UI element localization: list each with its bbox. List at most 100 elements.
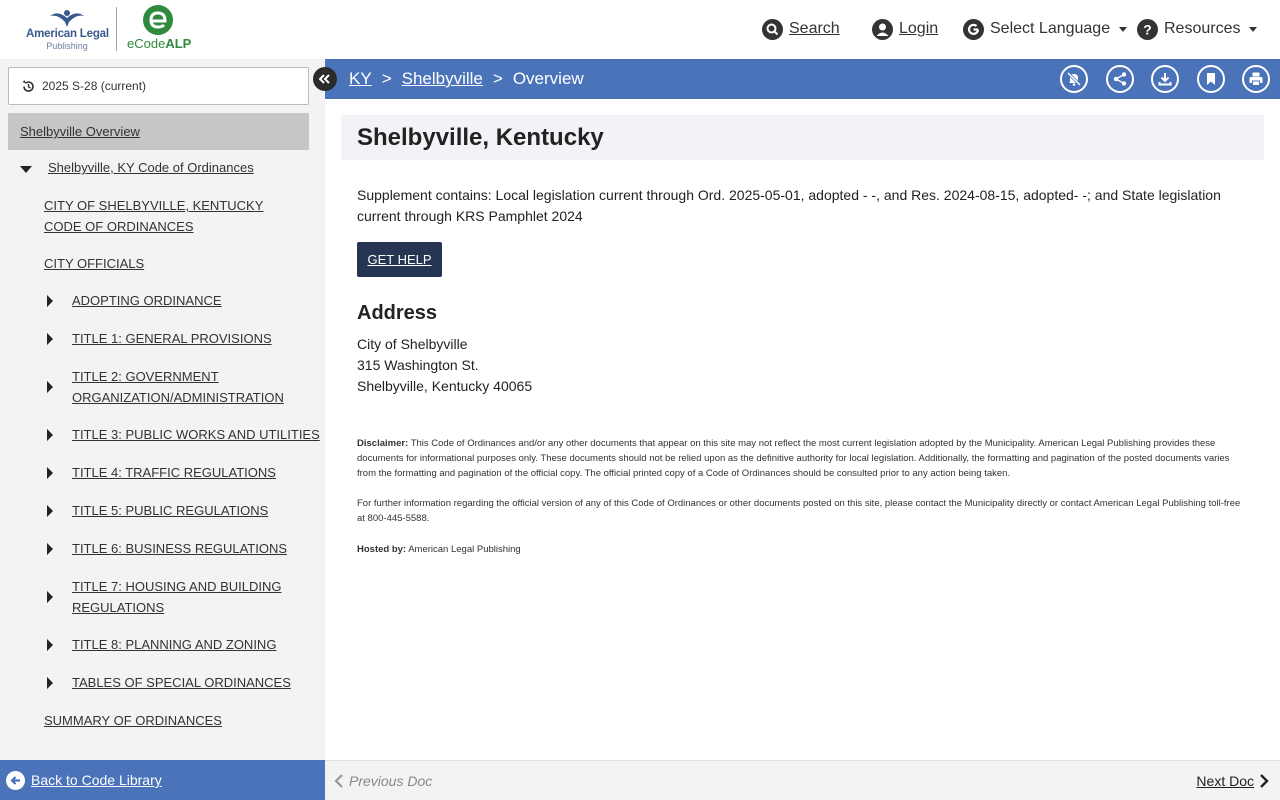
toc-item-title-6[interactable]: TITLE 6: BUSINESS REGULATIONS xyxy=(72,538,287,559)
breadcrumb-current: Overview xyxy=(512,69,584,88)
toc-item-title-8[interactable]: TITLE 8: PLANNING AND ZONING xyxy=(72,634,276,655)
question-icon: ? xyxy=(1137,18,1158,40)
print-icon xyxy=(1249,72,1263,86)
toc-item-title-5[interactable]: TITLE 5: PUBLIC REGULATIONS xyxy=(72,500,268,521)
bell-off-icon xyxy=(1066,71,1082,87)
breadcrumb-city[interactable]: Shelbyville xyxy=(402,69,483,89)
google-translate-icon xyxy=(963,18,984,40)
toc-item-title-2[interactable]: TITLE 2: GOVERNMENT ORGANIZATION/ADMINIS… xyxy=(72,366,302,408)
toc-item-code-root[interactable]: Shelbyville, KY Code of Ordinances xyxy=(48,157,254,178)
arrow-left-icon xyxy=(6,770,25,790)
version-label: 2025 S-28 (current) xyxy=(42,79,147,93)
breadcrumb-separator: > xyxy=(492,69,503,88)
toc-item-title-4[interactable]: TITLE 4: TRAFFIC REGULATIONS xyxy=(72,462,276,483)
language-label: Select Language xyxy=(990,20,1111,37)
resources-label: Resources xyxy=(1164,20,1241,37)
double-chevron-left-icon xyxy=(319,74,330,84)
share-button[interactable] xyxy=(1106,65,1134,93)
document-navigation: Previous Doc Next Doc xyxy=(325,760,1280,800)
download-button[interactable] xyxy=(1151,65,1179,93)
toc-item-title-1[interactable]: TITLE 1: GENERAL PROVISIONS xyxy=(72,328,272,349)
caret-right-icon[interactable] xyxy=(47,467,53,479)
caret-right-icon[interactable] xyxy=(47,295,53,307)
toc-item-summary[interactable]: SUMMARY OF ORDINANCES xyxy=(44,710,222,731)
breadcrumb-separator: > xyxy=(381,69,392,88)
resources-menu[interactable]: ? Resources xyxy=(1137,16,1258,42)
bookmark-icon xyxy=(1207,73,1215,85)
caret-right-icon[interactable] xyxy=(47,591,53,603)
caret-right-icon[interactable] xyxy=(47,381,53,393)
toc-item-adopting-ordinance[interactable]: ADOPTING ORDINANCE xyxy=(72,290,222,311)
previous-doc-label: Previous Doc xyxy=(349,773,433,789)
hosted-by-value: American Legal Publishing xyxy=(408,544,521,555)
disclaimer: Disclaimer: This Code of Ordinances and/… xyxy=(357,436,1247,481)
notifications-off-button[interactable] xyxy=(1060,65,1088,93)
breadcrumb-state[interactable]: KY xyxy=(349,69,372,89)
disclaimer-label: Disclaimer: xyxy=(357,438,409,449)
logo[interactable]: American Legal Publishing eCodeALP xyxy=(26,5,199,52)
next-doc-label: Next Doc xyxy=(1196,773,1254,789)
further-info: For further information regarding the of… xyxy=(357,498,1241,524)
next-doc-link[interactable]: Next Doc xyxy=(1196,761,1270,800)
toc-item-city-officials[interactable]: CITY OFFICIALS xyxy=(44,253,144,274)
address-line: City of Shelbyville xyxy=(357,336,468,352)
supplement-info: Supplement contains: Local legislation c… xyxy=(357,187,1221,224)
caret-right-icon[interactable] xyxy=(47,677,53,689)
language-select[interactable]: Select Language xyxy=(963,16,1128,42)
previous-doc-link[interactable]: Previous Doc xyxy=(333,761,432,800)
login-label: Login xyxy=(899,20,939,37)
back-to-library-label: Back to Code Library xyxy=(31,772,162,788)
caret-right-icon[interactable] xyxy=(47,505,53,517)
caret-right-icon[interactable] xyxy=(47,333,53,345)
hosted-by: Hosted by: American Legal Publishing xyxy=(357,542,1247,557)
toc-item-overview[interactable]: Shelbyville Overview xyxy=(8,113,309,150)
chevron-right-icon xyxy=(1260,774,1269,788)
bookmark-button[interactable] xyxy=(1197,65,1225,93)
ecode-logo: eCodeALP xyxy=(127,5,199,52)
caret-right-icon[interactable] xyxy=(47,543,53,555)
ecode-e-icon xyxy=(143,5,173,35)
print-button[interactable] xyxy=(1242,65,1270,93)
back-to-library-link[interactable]: Back to Code Library xyxy=(0,760,325,800)
toc-item-special-ordinances[interactable]: TABLES OF SPECIAL ORDINANCES xyxy=(72,672,291,693)
toc-item-label: Shelbyville Overview xyxy=(20,124,140,139)
chevron-down-icon xyxy=(1249,26,1258,32)
caret-right-icon[interactable] xyxy=(47,429,53,441)
breadcrumb: KY > Shelbyville > Overview xyxy=(349,59,584,99)
caret-right-icon[interactable] xyxy=(47,639,53,651)
download-icon xyxy=(1158,73,1172,86)
chevron-down-icon xyxy=(1119,26,1128,32)
address-line: 315 Washington St. xyxy=(357,357,479,373)
logo-divider xyxy=(116,7,117,51)
collapse-sidebar-button[interactable] xyxy=(313,67,337,91)
breadcrumb-bar: KY > Shelbyville > Overview xyxy=(325,59,1280,99)
version-selector[interactable]: 2025 S-28 (current) xyxy=(8,67,309,105)
page-title: Shelbyville, Kentucky xyxy=(341,115,1264,160)
address-heading: Address xyxy=(357,302,438,324)
american-legal-logo: American Legal Publishing xyxy=(26,6,109,52)
toc-sidebar: 2025 S-28 (current) Shelbyville Overview… xyxy=(0,59,325,760)
site-header: American Legal Publishing eCodeALP Searc… xyxy=(0,0,1280,59)
ecode-wordmark: eCodeALP xyxy=(127,36,192,51)
get-help-button[interactable]: GET HELP xyxy=(357,242,442,277)
chevron-left-icon xyxy=(334,774,343,788)
caret-down-icon[interactable] xyxy=(20,166,32,173)
history-icon xyxy=(22,79,34,92)
toc-item-title-7[interactable]: TITLE 7: HOUSING AND BUILDING REGULATION… xyxy=(72,576,292,618)
logo-line-2: Publishing xyxy=(46,41,88,51)
hosted-by-label: Hosted by: xyxy=(357,544,407,555)
svg-text:?: ? xyxy=(1143,21,1152,37)
login-link[interactable]: Login xyxy=(872,16,938,42)
user-icon xyxy=(872,18,893,40)
address-block: City of Shelbyville 315 Washington St. S… xyxy=(357,334,532,397)
address-line: Shelbyville, Kentucky 40065 xyxy=(357,378,533,394)
search-label: Search xyxy=(789,20,840,37)
share-icon xyxy=(1113,72,1127,86)
eagle-icon xyxy=(50,10,84,27)
search-link[interactable]: Search xyxy=(762,16,840,42)
disclaimer-text: This Code of Ordinances and/or any other… xyxy=(357,438,1230,479)
logo-line-1: American Legal xyxy=(26,28,109,40)
toc-item-title-3[interactable]: TITLE 3: PUBLIC WORKS AND UTILITIES xyxy=(72,424,320,445)
search-icon xyxy=(762,18,783,40)
toc-item-code-title[interactable]: CITY OF SHELBYVILLE, KENTUCKY CODE OF OR… xyxy=(44,195,304,237)
